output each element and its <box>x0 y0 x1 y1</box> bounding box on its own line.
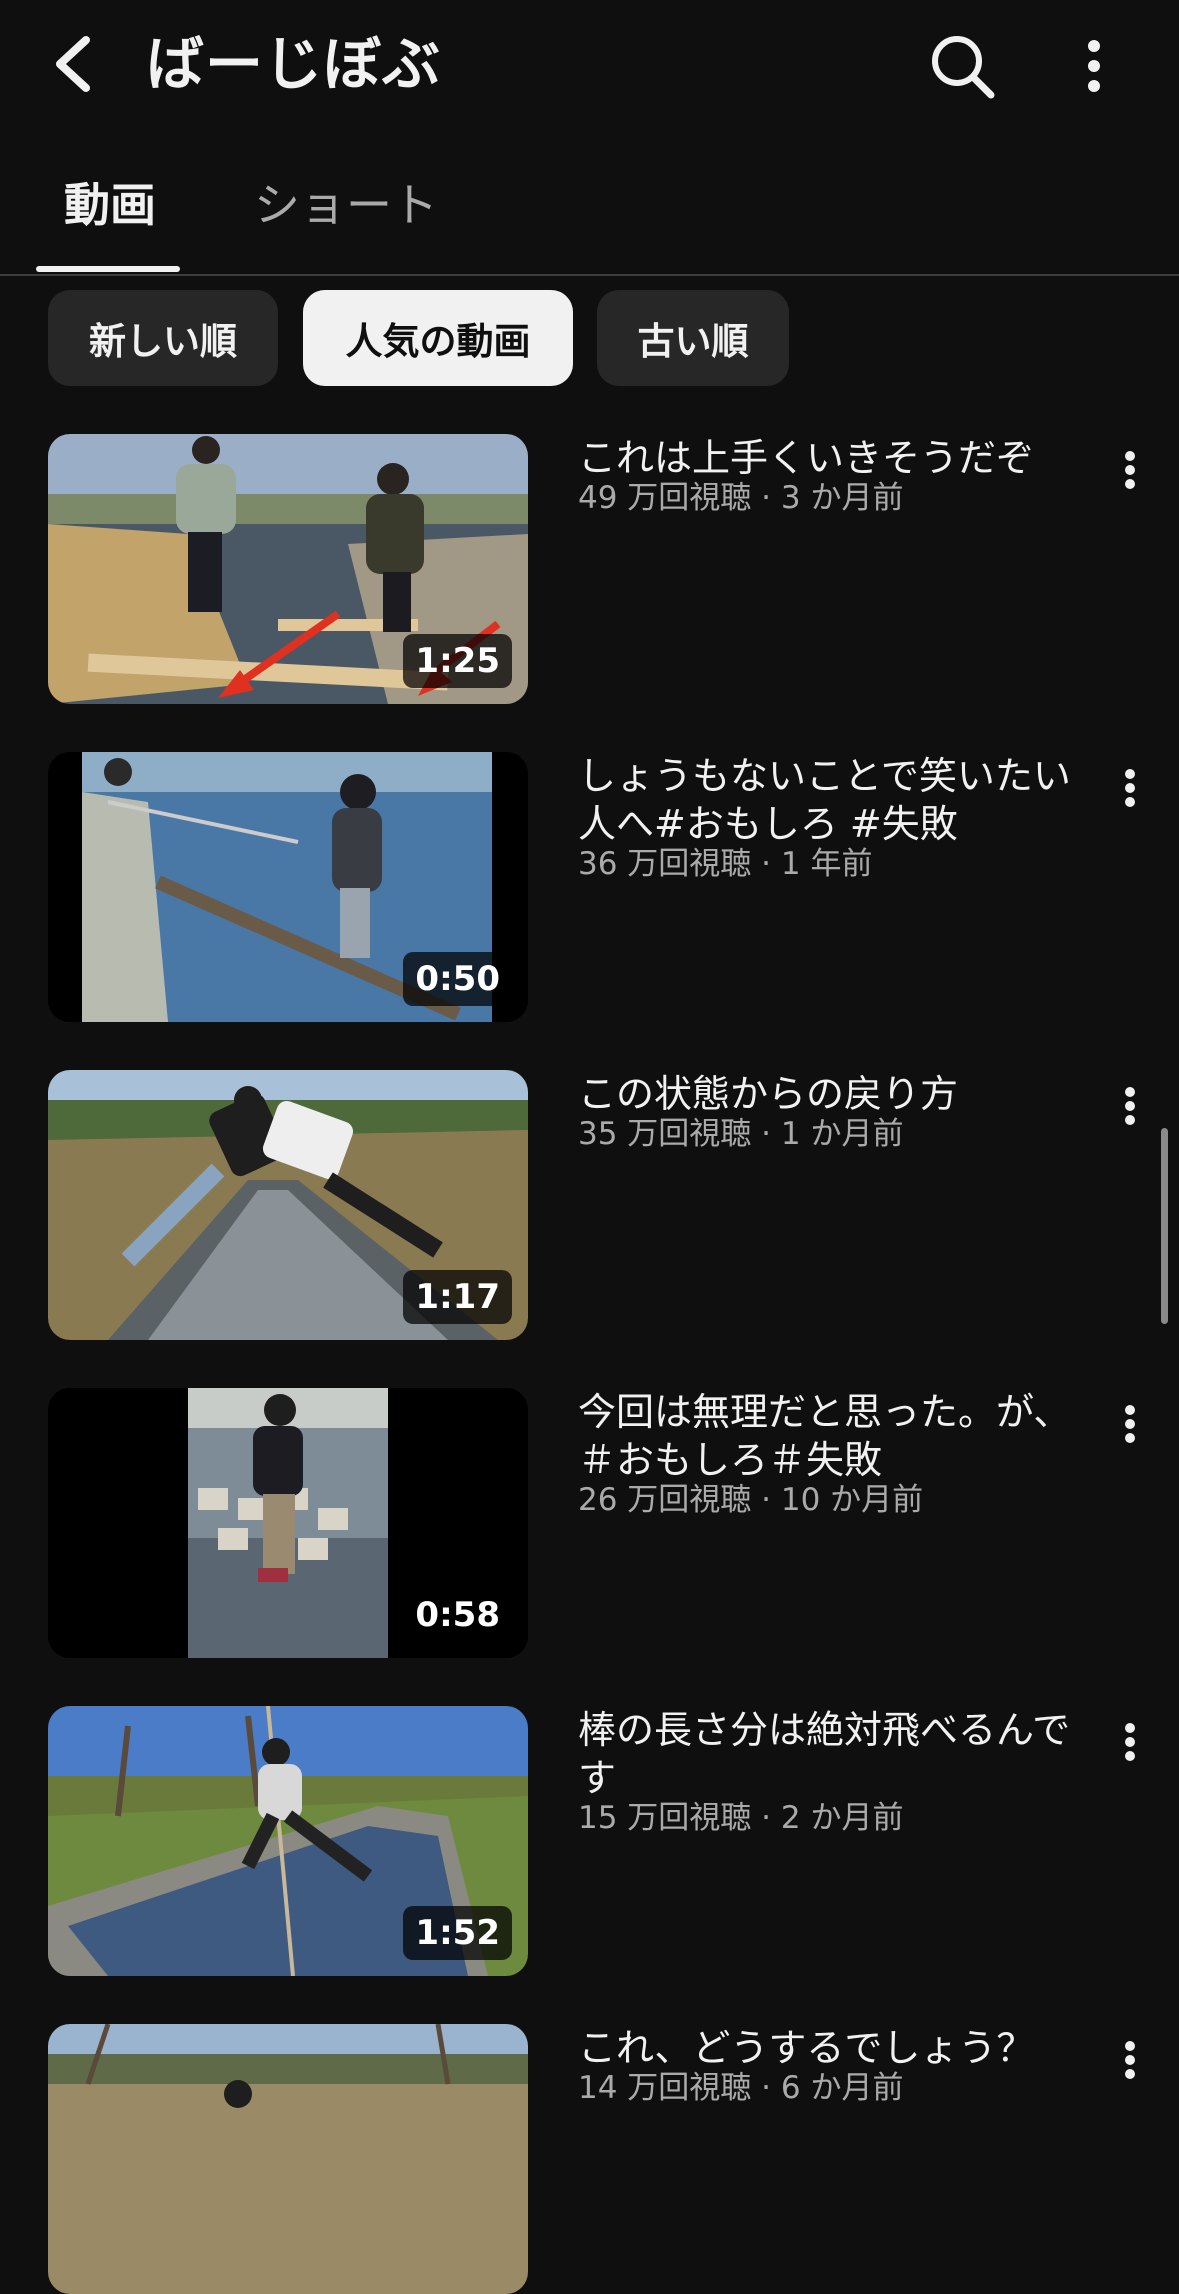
video-meta: 15 万回視聴 · 2 か月前 <box>578 1800 904 1836</box>
chip-popular[interactable]: 人気の動画 <box>303 290 573 386</box>
chip-oldest[interactable]: 古い順 <box>597 290 789 386</box>
more-vert-icon <box>1125 1087 1135 1125</box>
video-title[interactable]: これは上手くいきそうだぞ <box>578 434 1098 482</box>
video-item[interactable]: これ、どうするでしょう？ 14 万回視聴 · 6 か月前 <box>0 2024 1179 2294</box>
video-meta: 26 万回視聴 · 10 か月前 <box>578 1482 924 1518</box>
tab-shorts[interactable]: ショート <box>254 170 438 240</box>
video-meta: 14 万回視聴 · 6 か月前 <box>578 2070 904 2106</box>
video-thumbnail[interactable]: 1:17 <box>48 1070 528 1340</box>
scrollbar-thumb[interactable] <box>1161 1128 1168 1324</box>
video-thumbnail[interactable] <box>48 2024 528 2294</box>
tab-videos[interactable]: 動画 <box>64 170 156 240</box>
active-tab-indicator <box>36 266 180 272</box>
more-options-button[interactable] <box>1064 28 1124 104</box>
video-item[interactable]: 1:52 棒の長さ分は絶対飛べるんです 15 万回視聴 · 2 か月前 <box>0 1706 1179 1996</box>
video-thumbnail[interactable]: 0:58 <box>48 1388 528 1658</box>
more-vert-icon <box>1125 2041 1135 2079</box>
video-duration: 1:17 <box>403 1270 512 1324</box>
video-more-button[interactable] <box>1110 1392 1150 1456</box>
video-duration: 1:25 <box>403 634 512 688</box>
more-vert-icon <box>1125 1723 1135 1761</box>
video-more-button[interactable] <box>1110 438 1150 502</box>
channel-tabs: 動画 ショート <box>0 150 1179 276</box>
video-more-button[interactable] <box>1110 756 1150 820</box>
video-item[interactable]: 1:17 この状態からの戻り方 35 万回視聴 · 1 か月前 <box>0 1070 1179 1360</box>
more-vert-icon <box>1125 1405 1135 1443</box>
video-duration: 1:52 <box>403 1906 512 1960</box>
video-meta: 35 万回視聴 · 1 か月前 <box>578 1116 904 1152</box>
video-more-button[interactable] <box>1110 2028 1150 2092</box>
video-thumbnail[interactable]: 0:50 <box>48 752 528 1022</box>
back-button[interactable] <box>40 28 104 100</box>
video-meta: 36 万回視聴 · 1 年前 <box>578 846 873 882</box>
channel-name: ばーじぼぶ <box>146 30 442 98</box>
video-more-button[interactable] <box>1110 1074 1150 1138</box>
video-thumbnail[interactable]: 1:52 <box>48 1706 528 1976</box>
chip-newest[interactable]: 新しい順 <box>48 290 278 386</box>
more-vert-icon <box>1125 769 1135 807</box>
video-title[interactable]: これ、どうするでしょう？ <box>578 2024 1098 2072</box>
video-title[interactable]: しょうもないことで笑いたい人へ#おもしろ #失敗 <box>578 752 1098 848</box>
video-item[interactable]: 1:25 これは上手くいきそうだぞ 49 万回視聴 · 3 か月前 <box>0 434 1179 724</box>
video-duration: 0:50 <box>403 952 512 1006</box>
video-item[interactable]: 0:58 今回は無理だと思った。が、＃おもしろ＃失敗 26 万回視聴 · 10 … <box>0 1388 1179 1678</box>
thumbnail-image <box>48 2024 528 2294</box>
video-thumbnail[interactable]: 1:25 <box>48 434 528 704</box>
more-vert-icon <box>1125 451 1135 489</box>
more-vert-icon <box>1088 40 1100 92</box>
video-duration: 0:58 <box>403 1588 512 1642</box>
video-title[interactable]: この状態からの戻り方 <box>578 1070 1098 1118</box>
top-app-bar: ばーじぼぶ <box>0 0 1179 130</box>
video-more-button[interactable] <box>1110 1710 1150 1774</box>
video-title[interactable]: 今回は無理だと思った。が、＃おもしろ＃失敗 <box>578 1388 1098 1484</box>
search-icon <box>932 36 995 99</box>
search-button[interactable] <box>922 28 1002 104</box>
video-item[interactable]: 0:50 しょうもないことで笑いたい人へ#おもしろ #失敗 36 万回視聴 · … <box>0 752 1179 1042</box>
video-title[interactable]: 棒の長さ分は絶対飛べるんです <box>578 1706 1098 1802</box>
back-arrow-icon <box>56 36 90 92</box>
video-meta: 49 万回視聴 · 3 か月前 <box>578 480 904 516</box>
